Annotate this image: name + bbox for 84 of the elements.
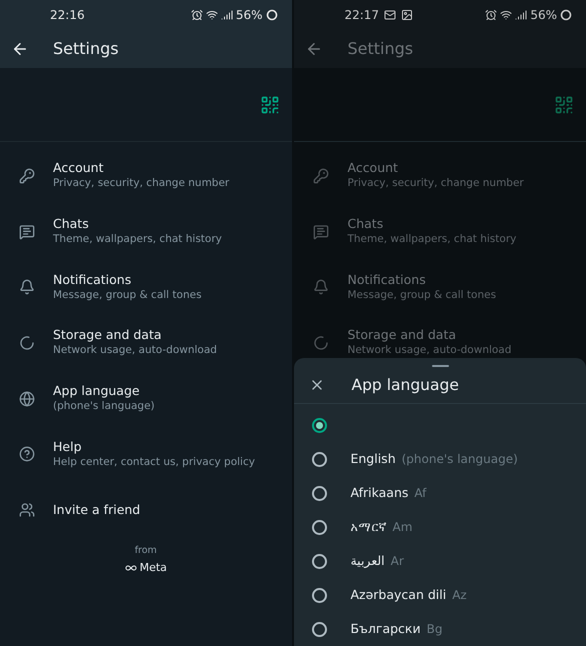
settings-item[interactable]: Chats Theme, wallpapers, chat history xyxy=(0,204,292,260)
status-time: 22:17 xyxy=(344,7,380,24)
people-icon xyxy=(18,502,34,518)
language-option[interactable]: Български Bg xyxy=(294,612,586,646)
settings-item[interactable]: Help Help center, contact us, privacy policy xyxy=(0,426,292,482)
bell-icon xyxy=(18,279,34,296)
alarm-icon xyxy=(190,9,203,21)
drag-handle[interactable] xyxy=(432,365,449,368)
status-time: 22:16 xyxy=(50,7,85,24)
settings-item[interactable]: Chats Theme, wallpapers, chat history xyxy=(294,204,586,260)
item-subtitle: (phone's language) xyxy=(53,399,155,414)
signal-icon xyxy=(515,9,528,21)
language-code: (phone's language) xyxy=(402,451,518,468)
item-subtitle: Theme, wallpapers, chat history xyxy=(347,232,516,248)
image-icon xyxy=(401,9,414,21)
mail-icon xyxy=(384,9,396,21)
alarm-icon xyxy=(485,9,498,21)
language-name: العربية xyxy=(350,552,385,570)
key-icon xyxy=(312,168,329,184)
language-name: English xyxy=(350,450,396,468)
chat-icon xyxy=(18,224,34,240)
key-icon xyxy=(18,168,34,184)
battery-ring-icon xyxy=(560,9,572,21)
item-subtitle: Help center, contact us, privacy policy xyxy=(53,454,255,470)
settings-item[interactable]: Notifications Message, group & call tones xyxy=(294,259,586,316)
settings-item[interactable]: Invite a friend xyxy=(0,482,292,538)
item-subtitle: Network usage, auto-download xyxy=(53,343,217,358)
radio-button[interactable] xyxy=(312,622,328,636)
item-title: App language xyxy=(53,383,141,400)
settings-item[interactable]: Account Privacy, security, change number xyxy=(294,148,586,204)
item-subtitle: Theme, wallpapers, chat history xyxy=(53,232,222,248)
from-label: from xyxy=(134,544,157,558)
item-subtitle: Message, group & call tones xyxy=(53,288,202,303)
battery-level: 56% xyxy=(530,7,557,24)
qr-code-icon[interactable] xyxy=(554,94,574,114)
screen-title: Settings xyxy=(53,38,119,60)
item-title: Help xyxy=(53,438,82,455)
back-icon[interactable] xyxy=(11,40,29,58)
radio-button[interactable] xyxy=(312,588,328,602)
globe-icon xyxy=(18,390,34,407)
language-code: Bg xyxy=(426,621,442,638)
item-title: Invite a friend xyxy=(53,502,140,518)
language-name: Afrikaans xyxy=(350,484,408,502)
item-title: Notifications xyxy=(347,272,427,288)
battery-level: 56% xyxy=(236,7,262,24)
radio-button[interactable] xyxy=(312,520,328,534)
item-title: Storage and data xyxy=(53,327,163,344)
item-subtitle: Network usage, auto-download xyxy=(347,343,512,358)
item-subtitle: Privacy, security, change number xyxy=(347,176,524,192)
language-code: Af xyxy=(414,485,426,502)
settings-item[interactable]: Storage and data Network usage, auto-download xyxy=(0,315,292,371)
item-title: Notifications xyxy=(53,272,132,288)
battery-ring-icon xyxy=(266,9,278,21)
settings-item[interactable]: App language (phone's language) xyxy=(0,370,292,426)
settings-item[interactable]: Account Privacy, security, change number xyxy=(0,148,292,204)
language-code: Az xyxy=(452,587,467,604)
item-title: Chats xyxy=(347,216,384,232)
language-option[interactable]: Azərbaycan dili Az xyxy=(294,578,586,612)
radio-button[interactable] xyxy=(312,452,328,466)
language-name: Azərbaycan dili xyxy=(350,586,446,604)
radio-button[interactable] xyxy=(312,418,328,432)
sheet-title: App language xyxy=(351,374,459,396)
settings-item[interactable]: Notifications Message, group & call tones xyxy=(0,259,292,316)
item-title: Chats xyxy=(53,216,90,232)
language-name: አማርኛ xyxy=(350,518,386,536)
item-subtitle: Message, group & call tones xyxy=(347,288,496,303)
item-subtitle: Privacy, security, change number xyxy=(53,176,230,192)
radio-button[interactable] xyxy=(312,486,328,500)
language-option[interactable]: English (phone's language) xyxy=(294,442,586,476)
language-name: Български xyxy=(350,620,421,638)
meta-logo: Meta xyxy=(124,560,167,577)
radio-button[interactable] xyxy=(312,554,328,568)
item-title: Account xyxy=(347,160,399,176)
screen-title: Settings xyxy=(347,38,414,60)
help-icon xyxy=(18,446,34,462)
qr-code-icon[interactable] xyxy=(260,94,280,114)
language-option[interactable]: አማርኛ Am xyxy=(294,510,586,544)
item-title: Account xyxy=(53,160,104,176)
chat-icon xyxy=(312,224,329,240)
language-code: Am xyxy=(392,519,412,536)
item-title: Storage and data xyxy=(347,327,458,344)
bell-icon xyxy=(312,279,329,296)
language-option[interactable]: Afrikaans Af xyxy=(294,476,586,510)
language-code: Ar xyxy=(390,553,404,570)
